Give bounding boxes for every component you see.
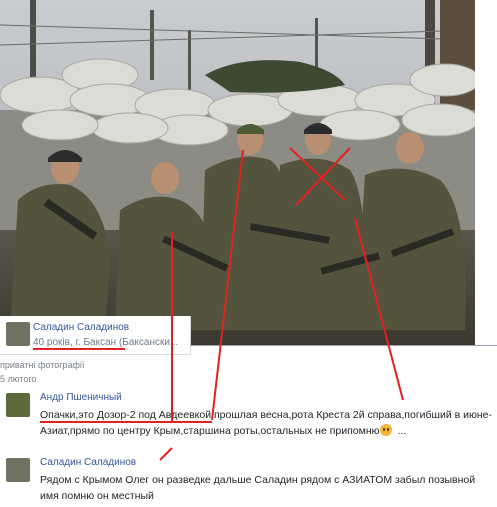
profile-avatar[interactable] [6,322,30,346]
comment-more-link[interactable]: ... [395,425,406,437]
emoji-icon [379,424,392,436]
divider [190,345,497,346]
post-date[interactable]: 5 лютого [0,374,36,384]
comment-text: Рядом с Крымом Олег он разведке дальше С… [40,474,476,502]
group-photo[interactable] [0,0,475,345]
photo-image [0,0,475,345]
comment-author[interactable]: Андр Пшеничный [40,392,122,403]
profile-name[interactable]: Саладин Саладинов [33,322,129,333]
album-label[interactable]: приватні фотографії [0,360,84,370]
comment-avatar[interactable] [6,458,30,482]
comment-highlight: Опачки,это Дозор-2 под Авдеевкой [40,409,212,421]
profile-card[interactable]: Саладин Саладинов 40 років, г. Баксан (Б… [0,316,191,355]
comment-author[interactable]: Саладин Саладинов [40,457,136,468]
comment-text: Опачки,это Дозор-2 под Авдеевкой,прошлая… [40,407,492,439]
pointer-line-3 [159,447,173,461]
profile-location: 40 років, г. Баксан (Баксански... [33,337,179,348]
comment-avatar[interactable] [6,393,30,417]
